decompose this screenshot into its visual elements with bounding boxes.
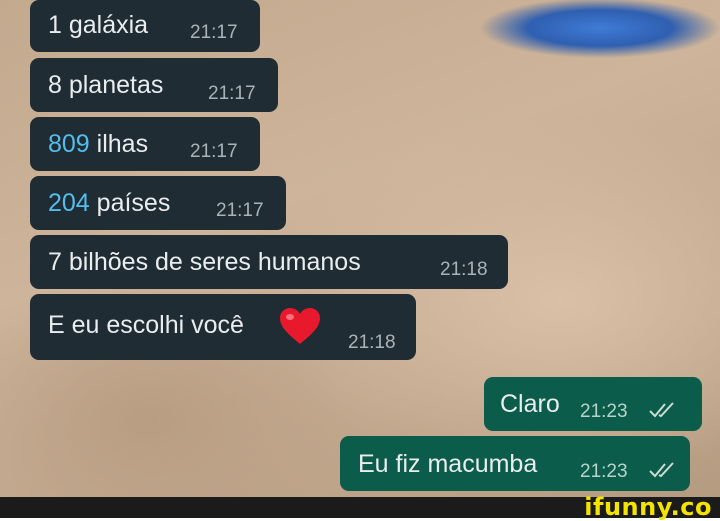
message-bubble-outgoing[interactable]: Claro 21:23	[484, 377, 702, 431]
message-text: 7 bilhões de seres humanos	[48, 248, 361, 276]
message-text: 8 planetas	[48, 70, 163, 100]
message-time: 21:23	[580, 461, 628, 482]
message-body: países	[89, 189, 171, 217]
message-bubble-incoming[interactable]: 7 bilhões de seres humanos 21:18	[30, 235, 508, 289]
ifunny-watermark: ifunny.co	[584, 493, 712, 521]
message-time: 21:17	[208, 83, 256, 104]
message-text: Claro	[500, 390, 560, 418]
message-bubble-incoming[interactable]: E eu escolhi você 21:18	[30, 294, 416, 360]
message-text: 204 países	[48, 188, 170, 218]
message-time: 21:17	[190, 141, 238, 162]
message-time: 21:17	[216, 200, 264, 221]
message-time: 21:17	[190, 22, 238, 43]
message-bubble-incoming[interactable]: 1 galáxia 21:17	[30, 0, 260, 52]
message-time: 21:18	[440, 259, 488, 280]
message-body: ilhas	[89, 130, 149, 158]
message-time: 21:18	[348, 332, 396, 353]
message-bubble-outgoing[interactable]: Eu fiz macumba 21:23	[340, 436, 690, 491]
message-text: E eu escolhi você	[48, 311, 244, 339]
watermark-bar: ifunny.co	[0, 493, 720, 521]
message-text: 809 ilhas	[48, 129, 148, 159]
message-bubble-incoming[interactable]: 204 países 21:17	[30, 176, 286, 230]
message-text: 1 galáxia	[48, 10, 148, 40]
message-number: 1	[48, 11, 62, 39]
message-number-link[interactable]: 204	[48, 189, 90, 217]
read-receipt-icon	[649, 402, 674, 418]
heart-emoji-icon	[280, 308, 320, 344]
message-number-link[interactable]: 809	[48, 130, 90, 158]
message-bubble-incoming[interactable]: 8 planetas 21:17	[30, 58, 278, 112]
message-time: 21:23	[580, 401, 628, 422]
message-number: 8	[48, 71, 62, 99]
message-body: galáxia	[61, 11, 149, 39]
message-text: Eu fiz macumba	[358, 450, 538, 478]
message-bubble-incoming[interactable]: 809 ilhas 21:17	[30, 117, 260, 171]
read-receipt-icon	[649, 462, 674, 478]
message-body: planetas	[61, 71, 164, 99]
